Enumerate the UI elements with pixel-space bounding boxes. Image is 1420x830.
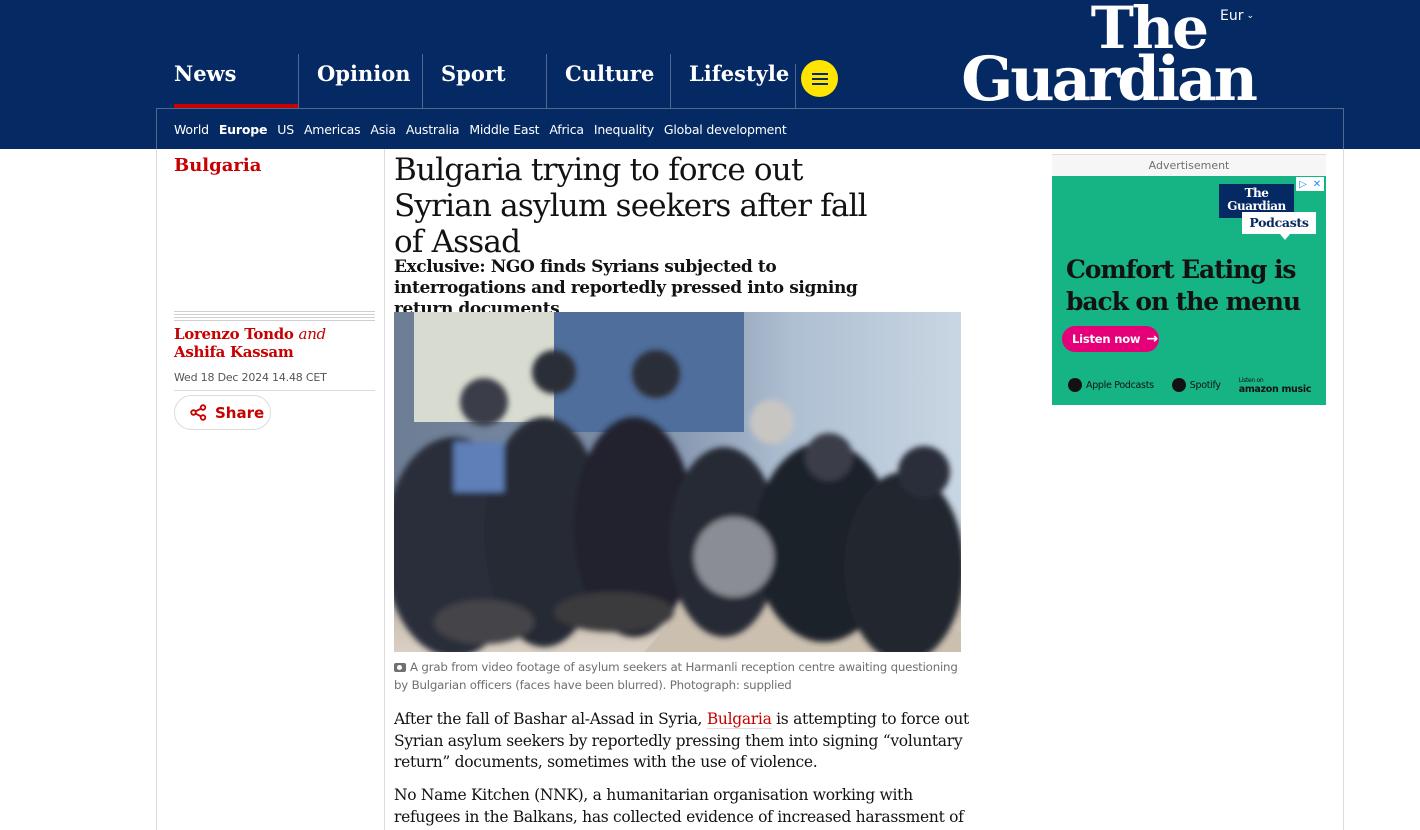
meta-rule: [174, 390, 375, 391]
publish-date: Wed 18 Dec 2024 14.48 CET: [174, 371, 327, 384]
subnav-europe[interactable]: Europe: [219, 122, 268, 137]
photo-caption: A grab from video footage of asylum seek…: [394, 658, 964, 694]
author-link-1[interactable]: Lorenzo Tondo: [174, 325, 294, 343]
article-photo[interactable]: [394, 312, 961, 652]
body-paragraph-1: After the fall of Bashar al-Assad in Syr…: [394, 709, 969, 774]
pillar-sport[interactable]: Sport: [422, 54, 546, 108]
caption-text: A grab from video footage of asylum seek…: [394, 660, 958, 692]
advert-headline: Comfort Eating is back on the menu: [1066, 255, 1301, 316]
subnav-africa[interactable]: Africa: [549, 122, 584, 137]
bulgaria-link[interactable]: Bulgaria: [706, 710, 772, 729]
subnav-inequality[interactable]: Inequality: [594, 122, 654, 137]
guardian-logo[interactable]: The Guardian: [955, 0, 1258, 115]
podcast-platforms: Apple Podcasts Spotify Listen on amazon …: [1068, 376, 1324, 394]
article-standfirst: Exclusive: NGO finds Syrians subjected t…: [394, 257, 858, 319]
subnav-us[interactable]: US: [277, 122, 294, 137]
pillar-nav: News Opinion Sport Culture Lifestyle: [156, 54, 794, 108]
spotify-icon: [1171, 378, 1186, 392]
listen-now-button[interactable]: Listen now →: [1062, 326, 1159, 352]
sub-nav: World Europe US Americas Asia Australia …: [156, 108, 1344, 149]
apple-podcasts-label: Apple Podcasts: [1086, 379, 1154, 391]
pillar-culture[interactable]: Culture: [546, 54, 670, 108]
photo-image: [394, 312, 961, 652]
hamburger-icon: [811, 77, 828, 80]
menu-divider: [795, 64, 796, 108]
amazon-music[interactable]: Listen on amazon music: [1238, 376, 1312, 395]
apple-podcasts[interactable]: Apple Podcasts: [1068, 378, 1154, 392]
body-paragraph-2: No Name Kitchen (NNK), a humanitarian or…: [394, 786, 964, 830]
advert-label: Advertisement: [1052, 154, 1326, 176]
podcast-advert[interactable]: ▷ ✕ The Guardian Podcasts Comfort Eating…: [1052, 176, 1326, 405]
advert-slot: Advertisement ▷ ✕ The Guardian Podcasts …: [1052, 154, 1326, 405]
share-button[interactable]: Share: [174, 395, 271, 430]
subnav-americas[interactable]: Americas: [304, 122, 361, 137]
meta-divider-lines: [174, 311, 375, 323]
column-divider: [384, 149, 385, 830]
share-icon: [190, 404, 207, 421]
section-label[interactable]: Bulgaria: [174, 155, 261, 176]
share-label: Share: [215, 403, 265, 422]
arrow-right-icon: →: [1146, 331, 1158, 347]
subnav-middle-east[interactable]: Middle East: [469, 122, 539, 137]
frame-left-border: [156, 149, 157, 830]
subnav-global-development[interactable]: Global development: [664, 122, 787, 137]
camera-icon: [394, 663, 406, 672]
byline: Lorenzo Tondo and Ashifa Kassam: [174, 325, 379, 361]
ad-logo-bottom: Podcasts: [1242, 212, 1316, 240]
listen-now-label: Listen now: [1072, 332, 1141, 346]
guardian-podcasts-logo: The Guardian Podcasts: [1219, 184, 1319, 242]
paragraph-1-start: After the fall of Bashar al-Assad in Syr…: [394, 710, 707, 728]
author-link-2[interactable]: Ashifa Kassam: [174, 343, 294, 361]
menu-button[interactable]: [801, 60, 838, 97]
frame-right-border: [1343, 149, 1344, 830]
logo-line-2: Guardian: [961, 44, 1258, 115]
apple-podcasts-icon: [1068, 378, 1082, 392]
pillar-lifestyle[interactable]: Lifestyle: [670, 54, 794, 108]
pillar-opinion[interactable]: Opinion: [298, 54, 422, 108]
spotify[interactable]: Spotify: [1171, 378, 1221, 392]
pillar-news[interactable]: News: [156, 54, 298, 108]
subnav-australia[interactable]: Australia: [406, 122, 460, 137]
amazon-music-label: amazon music: [1238, 384, 1312, 395]
subnav-asia[interactable]: Asia: [370, 122, 396, 137]
byline-and: and: [298, 325, 327, 343]
spotify-label: Spotify: [1189, 379, 1221, 391]
masthead: Eur ⌄ The Guardian News Opinion Sport Cul…: [0, 0, 1420, 149]
subnav-world[interactable]: World: [174, 122, 209, 137]
article-headline: Bulgaria trying to force out Syrian asyl…: [394, 152, 868, 260]
